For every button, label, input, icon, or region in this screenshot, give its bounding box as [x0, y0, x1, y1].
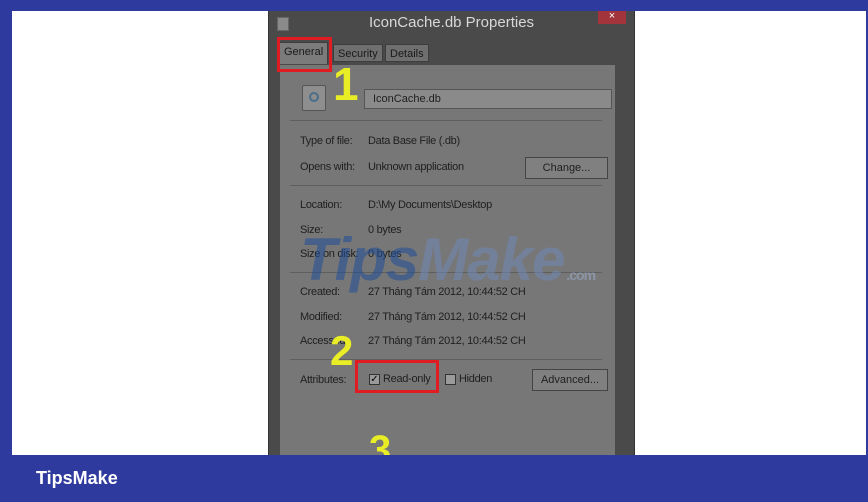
location-value: D:\My Documents\Desktop [368, 199, 492, 211]
watermark: TipsMake .com [300, 226, 596, 293]
step-3-marker: 3 [369, 428, 392, 455]
brand-logo-text: TipsMake [36, 468, 118, 488]
modified-label: Modified: [300, 311, 342, 323]
highlight-read-only [355, 360, 439, 393]
screenshot-frame: IconCache.db Properties × General Securi… [12, 11, 866, 455]
change-button[interactable]: Change... [525, 157, 608, 179]
tab-details[interactable]: Details [385, 44, 429, 62]
file-name-field[interactable]: IconCache.db [364, 89, 612, 109]
modified-value: 27 Tháng Tám 2012, 10:44:52 CH [368, 311, 526, 323]
advanced-button[interactable]: Advanced... [532, 369, 608, 391]
attributes-label: Attributes: [300, 374, 347, 386]
type-value: Data Base File (.db) [368, 135, 460, 147]
hidden-checkbox[interactable] [445, 374, 456, 385]
type-label: Type of file: [300, 135, 353, 147]
file-icon [302, 85, 326, 111]
step-1-marker: 1 [333, 58, 359, 110]
opens-with-label: Opens with: [300, 161, 355, 173]
window-icon [277, 17, 289, 31]
divider [290, 120, 602, 121]
accessed-value: 27 Tháng Tám 2012, 10:44:52 CH [368, 335, 526, 347]
window-title: IconCache.db Properties [368, 14, 535, 31]
location-label: Location: [300, 199, 342, 211]
footer-bar: TipsMake [0, 455, 868, 502]
step-2-marker: 2 [330, 327, 354, 374]
opens-with-value: Unknown application [368, 161, 464, 173]
highlight-general-tab [277, 37, 332, 72]
close-button[interactable]: × [598, 11, 626, 24]
hidden-label: Hidden [459, 373, 493, 385]
divider [290, 185, 602, 186]
